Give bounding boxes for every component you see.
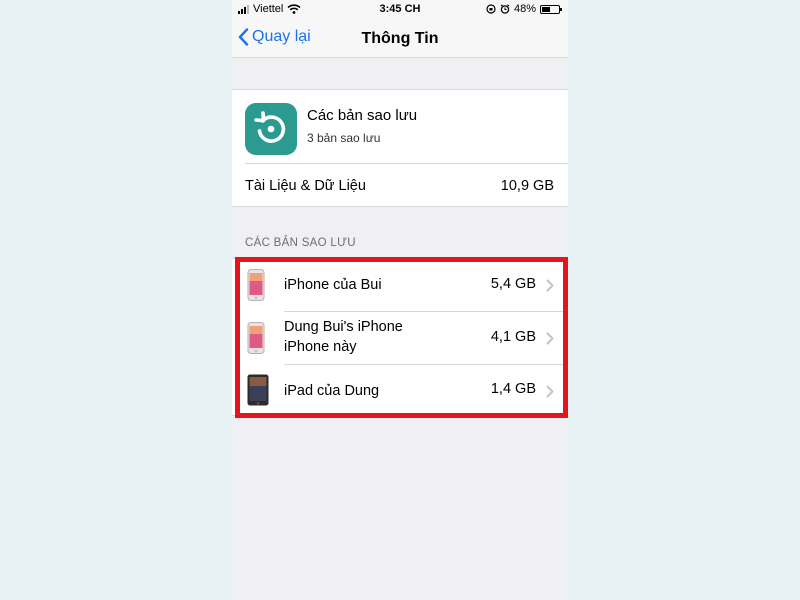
storage-summary-group: Các bản sao lưu 3 bản sao lưu Tài Liệu &… <box>232 89 568 207</box>
chevron-right-icon <box>546 332 554 345</box>
section-header-backups: CÁC BẢN SAO LƯU <box>245 237 356 249</box>
page-title: Thông Tin <box>361 30 439 47</box>
battery-icon <box>540 4 562 14</box>
nav-bar: Quay lại Thông Tin <box>232 20 568 58</box>
backup-size: 5,4 GB <box>490 276 536 292</box>
documents-data-label: Tài Liệu & Dữ Liệu <box>245 178 366 194</box>
backup-row-dung-iphone[interactable]: Dung Bui's iPhone iPhone này 4,1 GB <box>232 311 568 364</box>
documents-data-size: 10,9 GB <box>500 178 554 194</box>
backup-summary-count: 3 bản sao lưu <box>307 131 381 145</box>
battery-percent: 48% <box>513 3 536 15</box>
backup-list: iPhone của Bui 5,4 GB Dung Bui's iPhone … <box>232 258 568 416</box>
backup-summary-title: Các bản sao lưu <box>307 107 418 124</box>
phone-screen: Viettel 3:45 CH 48% Quay lại Thông Tin C… <box>232 0 568 600</box>
backup-name: iPhone của Bui <box>284 277 382 293</box>
backup-name-line1: Dung Bui's iPhone <box>284 319 403 335</box>
alarm-icon <box>500 4 510 14</box>
backup-row-iphone-bui[interactable]: iPhone của Bui 5,4 GB <box>232 259 568 311</box>
status-bar: Viettel 3:45 CH 48% <box>232 0 568 20</box>
backup-size: 4,1 GB <box>490 329 536 345</box>
chevron-right-icon <box>546 385 554 398</box>
restore-icon <box>245 103 297 155</box>
backup-name-line2: iPhone này <box>284 339 357 355</box>
backup-name: iPad của Dung <box>284 383 380 399</box>
orientation-lock-icon <box>486 4 496 14</box>
chevron-right-icon <box>546 279 554 292</box>
iphone-icon <box>247 269 265 301</box>
ipad-icon <box>247 374 269 406</box>
backup-name: Dung Bui's iPhone iPhone này <box>284 317 403 357</box>
status-right: 48% <box>486 3 562 15</box>
backup-row-ipad-dung[interactable]: iPad của Dung 1,4 GB <box>232 364 568 417</box>
iphone-icon <box>247 322 265 354</box>
backup-size: 1,4 GB <box>490 381 536 397</box>
divider <box>245 163 568 164</box>
battery-fill <box>542 6 550 12</box>
